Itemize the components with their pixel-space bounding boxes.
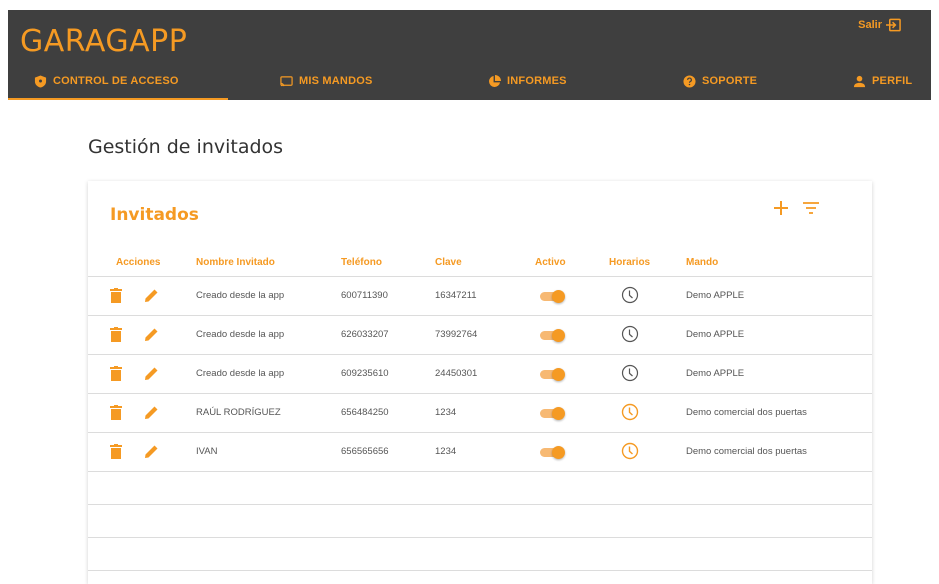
column-header-mando: Mando xyxy=(686,257,719,268)
edit-icon[interactable] xyxy=(144,327,159,342)
empty-row xyxy=(88,472,872,505)
delete-icon[interactable] xyxy=(110,327,122,342)
tab-label: PERFIL xyxy=(872,75,913,87)
column-header-acciones: Acciones xyxy=(116,257,161,268)
guest-name: RAÚL RODRÍGUEZ xyxy=(196,407,281,418)
guest-phone: 600711390 xyxy=(341,290,388,301)
column-header-activo: Activo xyxy=(535,257,566,268)
column-header-clave: Clave xyxy=(435,257,462,268)
table-body: Creado desde la app 600711390 16347211 D… xyxy=(88,277,872,571)
shield-icon xyxy=(34,74,47,88)
app-logo: GARAGAPP xyxy=(20,24,188,59)
guest-name: IVAN xyxy=(196,446,218,457)
guest-key: 1234 xyxy=(435,446,457,457)
tab-control-de-acceso[interactable]: CONTROL DE ACCESO xyxy=(8,62,228,100)
app-page: GARAGAPP Salir CONTROL DE ACCESO MIS MAN… xyxy=(0,0,939,584)
guest-key: 24450301 xyxy=(435,368,478,379)
schedule-clock-icon[interactable] xyxy=(621,325,639,343)
guest-phone: 609235610 xyxy=(341,368,389,379)
tab-label: SOPORTE xyxy=(702,75,758,87)
tab-perfil[interactable]: PERFIL xyxy=(833,62,931,100)
logout-button[interactable]: Salir xyxy=(858,18,901,32)
column-header-horarios: Horarios xyxy=(609,257,651,268)
cast-icon xyxy=(280,75,293,86)
filter-icon[interactable] xyxy=(802,199,820,217)
guest-name: Creado desde la app xyxy=(196,329,285,340)
tab-mis-mandos[interactable]: MIS MANDOS xyxy=(228,62,428,100)
guest-mando: Demo comercial dos puertas xyxy=(686,407,807,418)
column-header-telefono: Teléfono xyxy=(341,257,382,268)
table-row: Creado desde la app 600711390 16347211 D… xyxy=(88,277,872,316)
main-nav: CONTROL DE ACCESO MIS MANDOS INFORMES SO… xyxy=(8,62,931,100)
active-toggle[interactable] xyxy=(540,407,566,420)
add-icon[interactable] xyxy=(772,199,790,217)
guest-mando: Demo APPLE xyxy=(686,290,745,301)
guest-key: 16347211 xyxy=(435,290,477,301)
logout-label: Salir xyxy=(858,19,882,31)
empty-row xyxy=(88,505,872,538)
table-row: IVAN 656565656 1234 Demo comercial dos p… xyxy=(88,433,872,472)
guest-key: 1234 xyxy=(435,407,457,418)
guests-card: Invitados Acciones Nombre Invitado Teléf… xyxy=(88,181,872,584)
guest-mando: Demo APPLE xyxy=(686,368,745,379)
guest-phone: 656484250 xyxy=(341,407,389,418)
tab-label: CONTROL DE ACCESO xyxy=(53,75,179,87)
guest-key: 73992764 xyxy=(435,329,478,340)
delete-icon[interactable] xyxy=(110,444,122,459)
tab-soporte[interactable]: SOPORTE xyxy=(633,62,833,100)
schedule-clock-icon[interactable] xyxy=(621,403,639,421)
edit-icon[interactable] xyxy=(144,405,159,420)
table-row: RAÚL RODRÍGUEZ 656484250 1234 Demo comer… xyxy=(88,394,872,433)
top-bar: GARAGAPP Salir CONTROL DE ACCESO MIS MAN… xyxy=(8,10,931,100)
active-toggle[interactable] xyxy=(540,368,566,381)
schedule-clock-icon[interactable] xyxy=(621,442,639,460)
active-toggle[interactable] xyxy=(540,290,566,303)
active-toggle[interactable] xyxy=(540,446,566,459)
active-toggle[interactable] xyxy=(540,329,566,342)
delete-icon[interactable] xyxy=(110,288,122,303)
tab-informes[interactable]: INFORMES xyxy=(428,62,633,100)
table-row: Creado desde la app 626033207 73992764 D… xyxy=(88,316,872,355)
edit-icon[interactable] xyxy=(144,444,159,459)
guest-mando: Demo APPLE xyxy=(686,329,745,340)
guest-name: Creado desde la app xyxy=(196,290,285,301)
tab-label: INFORMES xyxy=(507,75,567,87)
guest-phone: 656565656 xyxy=(341,446,389,457)
guest-name: Creado desde la app xyxy=(196,368,285,379)
card-actions xyxy=(772,199,820,217)
logout-icon xyxy=(886,18,901,32)
delete-icon[interactable] xyxy=(110,405,122,420)
person-icon xyxy=(853,75,866,87)
page-title: Gestión de invitados xyxy=(88,136,284,158)
edit-icon[interactable] xyxy=(144,366,159,381)
help-icon xyxy=(683,74,696,88)
card-title: Invitados xyxy=(110,205,199,225)
table-header: Acciones Nombre Invitado Teléfono Clave … xyxy=(88,255,872,277)
empty-row xyxy=(88,538,872,571)
tab-label: MIS MANDOS xyxy=(299,75,373,87)
table-row: Creado desde la app 609235610 24450301 D… xyxy=(88,355,872,394)
pie-chart-icon xyxy=(489,74,501,87)
delete-icon[interactable] xyxy=(110,366,122,381)
schedule-clock-icon[interactable] xyxy=(621,286,639,304)
schedule-clock-icon[interactable] xyxy=(621,364,639,382)
guest-phone: 626033207 xyxy=(341,329,389,340)
edit-icon[interactable] xyxy=(144,288,159,303)
guest-mando: Demo comercial dos puertas xyxy=(686,446,807,457)
column-header-nombre: Nombre Invitado xyxy=(196,257,275,268)
